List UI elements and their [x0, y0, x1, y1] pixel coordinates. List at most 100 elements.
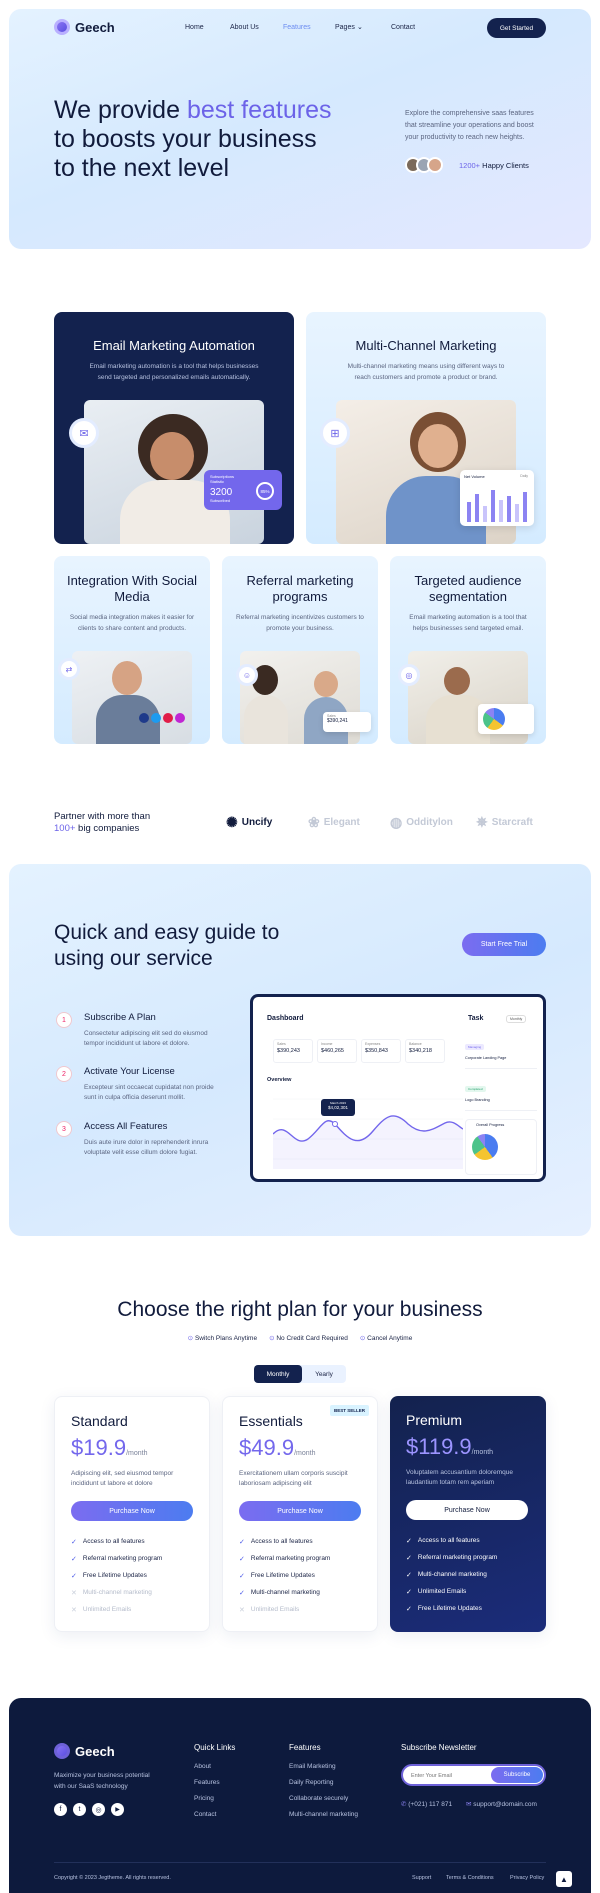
plan-name: Premium [406, 1412, 463, 1428]
billing-toggle: Monthly Yearly [254, 1365, 346, 1383]
sales-card: Sales $390,241 [323, 712, 371, 732]
elegant-icon: ❀ [308, 814, 320, 830]
subscription-stat-card: Subscriptions Statistic 3200 Subscribed … [204, 470, 282, 510]
hero-title-accent: best features [186, 96, 332, 124]
check-icon: ✓ [406, 1554, 412, 1562]
cross-icon: ✕ [71, 1606, 77, 1614]
footer-link[interactable]: Contact [194, 1807, 220, 1823]
email-icon: ✉ [69, 418, 99, 448]
stat-tile-label: Balance [409, 1042, 422, 1046]
footer-link[interactable]: Pricing [194, 1791, 220, 1807]
logo[interactable]: Geech [54, 19, 115, 35]
plan-feature-label: Free Lifetime Updates [417, 1605, 482, 1612]
price-value: $19.9 [71, 1435, 127, 1460]
cross-icon: ✕ [239, 1606, 245, 1614]
instagram-icon [175, 713, 185, 723]
segmentation-pie-card [478, 704, 534, 734]
mini-bar-chart [467, 490, 527, 522]
purchase-button[interactable]: Purchase Now [239, 1501, 361, 1521]
plan-features: ✓ Access to all features ✓ Referral market… [406, 1532, 497, 1617]
chart-tooltip: March 2023 $4,02,301 [321, 1099, 355, 1116]
dashboard-mockup: Dashboard Task Monthly Sales $390,243 In… [250, 994, 546, 1182]
hero-title-c: to the next level [54, 154, 230, 182]
start-trial-button[interactable]: Start Free Trial [462, 933, 546, 956]
plan-feature: ✓ Access to all features [406, 1532, 497, 1549]
plan-feature: ✓ Access to all features [239, 1533, 330, 1550]
partner-name: Odditylon [406, 817, 453, 828]
step-desc: Duis aute irure dolor in reprehenderit i… [84, 1139, 209, 1156]
pricing-title: Choose the right plan for your business [117, 1298, 483, 1321]
nav-contact[interactable]: Contact [391, 24, 415, 31]
plan-feature: ✓ Multi-channel marketing [406, 1566, 497, 1583]
check-icon: ✓ [239, 1572, 245, 1580]
logo-icon [54, 1743, 70, 1759]
nav-about[interactable]: About Us [230, 24, 259, 31]
plan-name: Essentials [239, 1413, 303, 1429]
footer-link[interactable]: Multi-channel marketing [289, 1807, 358, 1823]
clients-count: 1200+ [459, 161, 481, 170]
brand-name: Geech [75, 19, 115, 35]
privacy-link[interactable]: Privacy Policy [510, 1875, 544, 1881]
social-icons [139, 713, 185, 723]
stat-tile: Sales $390,243 [273, 1039, 313, 1063]
footer-logo[interactable]: Geech [54, 1743, 115, 1759]
facebook-icon [139, 713, 149, 723]
plan-feature: ✕ Multi-channel marketing [71, 1584, 162, 1601]
footer-link[interactable]: Daily Reporting [289, 1775, 358, 1791]
newsletter-title: Subscribe Newsletter [401, 1743, 477, 1752]
stat-tile-label: Expenses [365, 1042, 381, 1046]
task-filter[interactable]: Monthly [506, 1015, 527, 1023]
partner-name: Uncify [241, 817, 273, 828]
email-address[interactable]: support@domain.com [473, 1801, 537, 1808]
step-number: 2 [56, 1066, 72, 1082]
perk-label: Cancel Anytime [367, 1335, 413, 1342]
guide-title-2: using our service [54, 947, 213, 970]
users-icon: ☺ [236, 664, 258, 686]
price-period: /month [126, 1450, 148, 1457]
nav-features[interactable]: Features [283, 24, 311, 31]
plan-feature-label: Access to all features [417, 1537, 480, 1544]
nav-pages[interactable]: Pages [335, 24, 355, 31]
price-period: /month [294, 1450, 316, 1457]
step-number: 3 [56, 1121, 72, 1137]
price-period: /month [471, 1449, 494, 1456]
plan-feature-label: Multi-channel marketing [250, 1589, 320, 1596]
hero-title: We provide best features to boosts your … [54, 96, 374, 183]
quick-links: About Features Pricing Contact [194, 1759, 220, 1823]
partners-line2: big companies [75, 823, 140, 834]
toggle-yearly[interactable]: Yearly [302, 1365, 346, 1383]
stat-tile: Balance $340,218 [405, 1039, 445, 1063]
toggle-monthly[interactable]: Monthly [254, 1365, 302, 1383]
footer-link[interactable]: About [194, 1759, 220, 1775]
get-started-button[interactable]: Get Started [487, 18, 546, 38]
task-item-title: Logo Branding [465, 1098, 490, 1102]
purchase-button[interactable]: Purchase Now [71, 1501, 193, 1521]
partner-name: Starcraft [491, 817, 533, 828]
step-desc: Excepteur sint occaecat cupidatat non pr… [84, 1084, 214, 1101]
footer-link[interactable]: Collaborate securely [289, 1791, 358, 1807]
footer-link[interactable]: Features [194, 1775, 220, 1791]
facebook-icon[interactable]: f [54, 1803, 67, 1816]
instagram-icon[interactable]: ◎ [92, 1803, 105, 1816]
twitter-icon[interactable]: t [73, 1803, 86, 1816]
subscribe-button[interactable]: Subscribe [491, 1767, 543, 1783]
perk-label: No Credit Card Required [276, 1335, 348, 1342]
hierarchy-icon: ⊞ [320, 418, 350, 448]
newsletter-email-input[interactable] [411, 1770, 481, 1781]
support-link[interactable]: Support [412, 1875, 431, 1881]
stat-tile-value: $340,218 [409, 1048, 432, 1054]
purchase-button[interactable]: Purchase Now [406, 1500, 528, 1520]
nav-home[interactable]: Home [185, 24, 204, 31]
feature-desc: Email marketing automation is a tool tha… [89, 363, 259, 381]
youtube-icon[interactable]: ▶ [111, 1803, 124, 1816]
footer-link[interactable]: Email Marketing [289, 1759, 358, 1775]
stat-tile: Expenses $350,843 [361, 1039, 401, 1063]
arrow-up-icon: ▲ [560, 1874, 568, 1884]
chevron-down-icon: ⌄ [357, 24, 363, 31]
plan-feature-label: Unlimited Emails [82, 1606, 132, 1613]
terms-link[interactable]: Terms & Conditions [446, 1875, 494, 1881]
partner-name: Elegant [323, 817, 360, 828]
happy-clients: 1200+ Happy Clients [459, 161, 529, 170]
cross-icon: ✕ [71, 1589, 77, 1597]
back-to-top-button[interactable]: ▲ [556, 1871, 572, 1887]
